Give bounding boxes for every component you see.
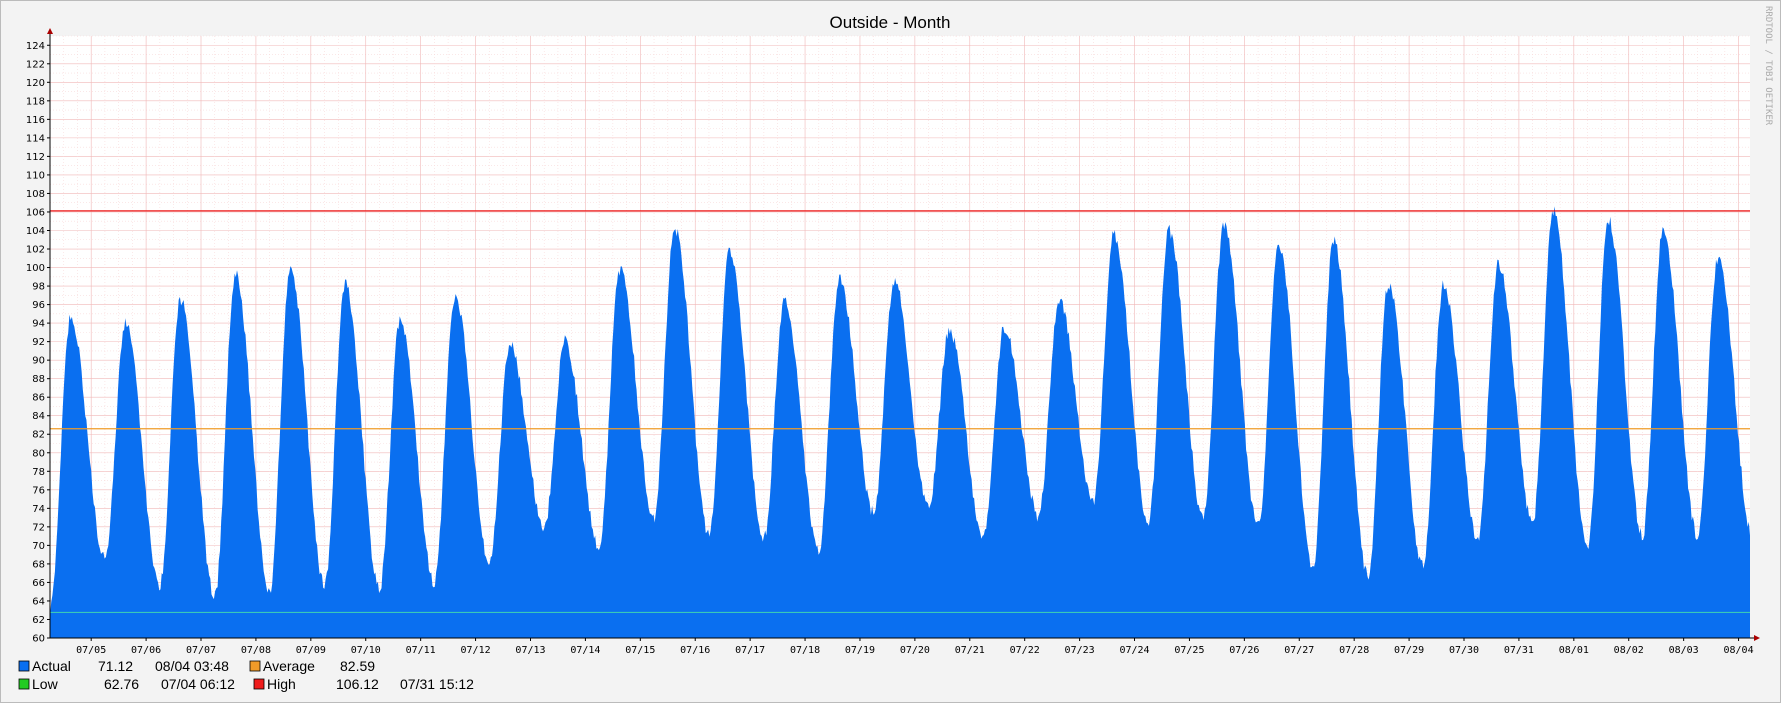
- legend-value-actual: 71.12: [98, 658, 133, 674]
- legend-swatch-actual: [18, 660, 30, 672]
- x-tick-label: 07/09: [296, 645, 326, 656]
- legend-label-actual: Actual: [32, 658, 71, 674]
- x-tick-label: 07/17: [735, 645, 765, 656]
- legend-time-high: 07/31 15:12: [400, 676, 474, 692]
- x-tick-label: 07/08: [241, 645, 271, 656]
- y-tick-label: 84: [32, 411, 45, 422]
- x-tick-label: 07/19: [845, 645, 875, 656]
- legend-swatch-high: [253, 678, 265, 690]
- y-tick-label: 94: [32, 319, 45, 330]
- y-tick-label: 76: [32, 485, 45, 496]
- legend-time-actual: 08/04 03:48: [155, 658, 229, 674]
- x-tick-label: 07/06: [131, 645, 161, 656]
- y-tick-label: 64: [32, 596, 45, 607]
- y-tick-label: 82: [32, 430, 45, 441]
- x-tick-label: 07/20: [900, 645, 930, 656]
- y-tick-label: 66: [32, 578, 45, 589]
- y-tick-label: 78: [32, 467, 45, 478]
- x-tick-label: 07/21: [955, 645, 985, 656]
- x-tick-label: 07/24: [1119, 645, 1149, 656]
- legend-swatch-low: [18, 678, 30, 690]
- x-tick-label: 07/31: [1504, 645, 1534, 656]
- x-tick-label: 07/13: [515, 645, 545, 656]
- y-tick-label: 112: [26, 152, 45, 163]
- x-tick-label: 07/16: [680, 645, 710, 656]
- x-tick-label: 07/23: [1065, 645, 1095, 656]
- x-tick-label: 07/11: [406, 645, 436, 656]
- x-tick-label: 07/27: [1284, 645, 1314, 656]
- y-tick-label: 62: [32, 615, 45, 626]
- x-tick-label: 07/05: [76, 645, 106, 656]
- y-tick-label: 96: [32, 300, 45, 311]
- x-tick-label: 08/02: [1614, 645, 1644, 656]
- y-tick-label: 92: [32, 337, 45, 348]
- temperature-chart: Outside - Month RRDTOOL / TOBI OETIKER 6…: [0, 0, 1781, 703]
- y-tick-label: 60: [32, 634, 45, 645]
- chart-title: Outside - Month: [830, 13, 951, 32]
- y-tick-label: 102: [26, 245, 45, 256]
- x-tick-label: 07/25: [1174, 645, 1204, 656]
- y-tick-label: 124: [26, 41, 45, 52]
- x-tick-label: 07/18: [790, 645, 820, 656]
- x-tick-label: 08/03: [1669, 645, 1699, 656]
- y-tick-label: 88: [32, 374, 45, 385]
- y-tick-label: 106: [26, 207, 45, 218]
- x-tick-label: 07/10: [351, 645, 381, 656]
- y-tick-label: 118: [26, 96, 45, 107]
- y-tick-label: 116: [26, 115, 45, 126]
- y-tick-label: 122: [26, 59, 45, 70]
- y-tick-label: 104: [26, 226, 45, 237]
- y-tick-label: 70: [32, 541, 45, 552]
- x-tick-label: 07/07: [186, 645, 216, 656]
- y-tick-label: 86: [32, 393, 45, 404]
- y-tick-label: 90: [32, 356, 45, 367]
- x-tick-label: 07/15: [625, 645, 655, 656]
- x-tick-label: 07/29: [1394, 645, 1424, 656]
- legend-value-high: 106.12: [336, 676, 379, 692]
- x-tick-label: 08/01: [1559, 645, 1589, 656]
- legend-label-low: Low: [32, 676, 59, 692]
- legend-value-low: 62.76: [104, 676, 139, 692]
- x-tick-label: 07/26: [1229, 645, 1259, 656]
- x-tick-label: 07/28: [1339, 645, 1369, 656]
- y-tick-label: 98: [32, 282, 45, 293]
- x-tick-label: 07/12: [461, 645, 491, 656]
- y-tick-label: 74: [32, 504, 45, 515]
- y-tick-label: 100: [26, 263, 45, 274]
- legend-value-average: 82.59: [340, 658, 375, 674]
- legend-time-low: 07/04 06:12: [161, 676, 235, 692]
- y-tick-label: 68: [32, 559, 45, 570]
- y-tick-label: 80: [32, 448, 45, 459]
- y-tick-label: 120: [26, 78, 45, 89]
- chart-frame: Outside - Month RRDTOOL / TOBI OETIKER 6…: [0, 0, 1781, 703]
- y-tick-label: 114: [26, 133, 45, 144]
- legend-swatch-average: [249, 660, 261, 672]
- y-tick-label: 72: [32, 522, 45, 533]
- legend-label-average: Average: [263, 658, 315, 674]
- x-tick-label: 07/30: [1449, 645, 1479, 656]
- y-tick-label: 110: [26, 170, 45, 181]
- legend-label-high: High: [267, 676, 296, 692]
- x-tick-label: 08/04: [1724, 645, 1754, 656]
- x-tick-label: 07/14: [570, 645, 600, 656]
- x-tick-label: 07/22: [1010, 645, 1040, 656]
- y-tick-label: 108: [26, 189, 45, 200]
- watermark-text: RRDTOOL / TOBI OETIKER: [1763, 6, 1773, 126]
